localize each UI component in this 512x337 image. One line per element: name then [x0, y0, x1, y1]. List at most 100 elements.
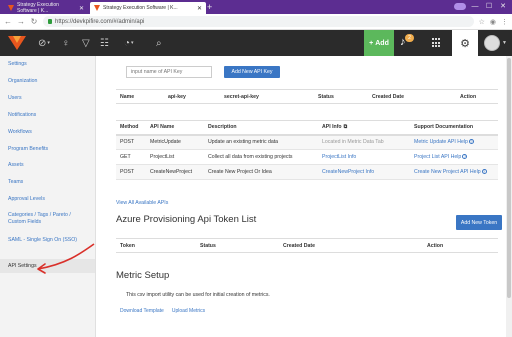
- api-keys-table: Name api-key secret-api-key Status Creat…: [116, 89, 498, 104]
- kpifire-logo[interactable]: [8, 36, 26, 50]
- filter-icon[interactable]: ▽: [82, 35, 90, 51]
- settings-gear-icon[interactable]: ⚙: [452, 30, 478, 56]
- app-navbar: ⊘ ▾ ♀ ▽ ☷ ◔ ▾ ⌕ + Add ♪ 2 ⚙ ▼: [0, 30, 512, 56]
- browser-titlebar: Strategy Execution Software | K... ✕ Str…: [0, 0, 512, 14]
- sidebar-item-organization[interactable]: Organization: [8, 78, 92, 85]
- star-icon[interactable]: ☆: [479, 18, 485, 26]
- kpifire-favicon-icon: [94, 5, 100, 11]
- close-tab-icon[interactable]: ✕: [197, 5, 202, 12]
- plus-icon: +: [369, 39, 374, 47]
- method-cell: POST: [120, 139, 135, 146]
- metric-setup-description: This csv import utility can be used for …: [126, 292, 270, 298]
- api-key-name-input[interactable]: [126, 66, 212, 78]
- goals-dropdown-icon[interactable]: ⊘ ▾: [38, 35, 50, 51]
- api-name-cell: MetricUpdate: [150, 139, 181, 146]
- forward-icon[interactable]: →: [17, 17, 25, 26]
- tab-label: Strategy Execution Software | K...: [103, 5, 178, 11]
- maximize-icon[interactable]: ☐: [484, 2, 494, 10]
- close-window-icon[interactable]: ✕: [498, 2, 508, 10]
- upload-metrics-link[interactable]: Upload Metrics: [172, 308, 205, 314]
- column-header: Created Date: [372, 93, 405, 100]
- column-header: secret-api-key: [224, 93, 259, 100]
- column-header: Description: [208, 124, 237, 131]
- azure-tokens-table: Token Status Created Date Action: [116, 238, 498, 253]
- sidebar-item-program-benefits[interactable]: Program Benefits: [8, 146, 92, 153]
- api-info-link[interactable]: ProjectList Info: [318, 150, 410, 165]
- support-doc-link[interactable]: Metric Update API Help?: [410, 135, 498, 150]
- back-icon[interactable]: ←: [4, 17, 12, 26]
- url-text: https://devkpifire.com/#/admin/api: [55, 18, 145, 25]
- description-cell: Create New Project Or Idea: [208, 169, 272, 175]
- metric-setup-title: Metric Setup: [116, 270, 170, 281]
- menu-dots-icon[interactable]: ⋮: [501, 18, 508, 26]
- column-header: Support Documentation: [414, 124, 474, 131]
- address-bar: ← → ↻ https://devkpifire.com/#/admin/api…: [0, 14, 512, 30]
- main-content: Add New API Key Name api-key secret-api-…: [96, 56, 506, 337]
- sidebar-item-teams[interactable]: Teams: [8, 179, 92, 186]
- column-header: Token: [120, 242, 135, 249]
- column-header: Action: [427, 242, 444, 249]
- support-doc-link[interactable]: Create New Project API Help?: [410, 165, 498, 180]
- api-info-link[interactable]: CreateNewProject Info: [318, 165, 410, 180]
- sidebar-item-assets[interactable]: Assets: [8, 162, 92, 169]
- api-name-cell: ProjectList: [150, 154, 175, 160]
- column-header: Action: [460, 93, 477, 100]
- dashboard-dropdown-icon[interactable]: ◔ ▾: [124, 35, 134, 51]
- ideas-lightbulb-icon[interactable]: ♀: [62, 35, 70, 51]
- method-cell: POST: [120, 169, 135, 175]
- help-icon: ?: [468, 139, 474, 145]
- notification-badge: 2: [405, 34, 414, 42]
- sidebar-item-categories[interactable]: Categories / Tags / Pareto / Custom Fiel…: [8, 212, 86, 225]
- incognito-mask-icon[interactable]: [454, 2, 466, 10]
- column-header: Status: [318, 93, 334, 100]
- new-tab-button[interactable]: +: [207, 2, 212, 12]
- method-cell: GET: [120, 154, 131, 160]
- table-row: POST CreateNewProject Create New Project…: [116, 164, 498, 180]
- column-header: Name: [120, 93, 135, 100]
- projects-icon[interactable]: ☷: [100, 35, 109, 51]
- apps-grid-icon[interactable]: [432, 38, 442, 48]
- support-doc-link[interactable]: Project List API Help?: [410, 150, 498, 165]
- add-button[interactable]: + Add: [364, 30, 394, 56]
- browser-tab-1[interactable]: Strategy Execution Software | K... ✕: [4, 2, 88, 14]
- sidebar-item-users[interactable]: Users: [8, 95, 92, 102]
- add-new-api-key-button[interactable]: Add New API Key: [224, 66, 280, 78]
- browser-extensions: ☆ ◉ ⋮: [479, 18, 508, 26]
- table-row: GET ProjectList Collect all data from ex…: [116, 150, 498, 165]
- tab-label: Strategy Execution Software | K...: [17, 2, 59, 14]
- sidebar-item-approval-levels[interactable]: Approval Levels: [8, 196, 92, 203]
- chevron-down-icon[interactable]: ▼: [502, 40, 507, 46]
- api-name-cell: CreateNewProject: [150, 169, 193, 175]
- window-controls: — ☐ ✕: [454, 2, 508, 10]
- sidebar-item-workflows[interactable]: Workflows: [8, 129, 92, 136]
- close-tab-icon[interactable]: ✕: [79, 5, 84, 12]
- sidebar-item-notifications[interactable]: Notifications: [8, 112, 92, 119]
- api-methods-table: Method API Name Description API Info ⧉ Su…: [116, 120, 498, 180]
- search-icon[interactable]: ⌕: [156, 35, 162, 51]
- help-icon: ?: [481, 169, 487, 175]
- metric-setup-links: Download Template Upload Metrics: [120, 308, 205, 314]
- add-label: Add: [375, 39, 389, 47]
- reload-icon[interactable]: ↻: [30, 17, 38, 26]
- extension-icon[interactable]: ◉: [490, 18, 496, 26]
- support-doc-label: Create New Project API Help: [414, 169, 481, 175]
- lock-icon: [48, 19, 52, 24]
- view-all-apis-link[interactable]: View All Available APIs: [116, 200, 168, 206]
- user-avatar[interactable]: [484, 35, 500, 51]
- download-template-link[interactable]: Download Template: [120, 308, 164, 314]
- url-field[interactable]: https://devkpifire.com/#/admin/api: [43, 16, 474, 27]
- help-icon: ?: [462, 154, 468, 160]
- table-header-row: Method API Name Description API Info ⧉ Su…: [116, 120, 498, 135]
- scrollbar-thumb[interactable]: [507, 58, 511, 298]
- kpifire-favicon-icon: [8, 5, 14, 11]
- add-new-token-button[interactable]: Add New Token: [456, 215, 502, 230]
- sidebar-item-settings[interactable]: Settings: [8, 61, 92, 68]
- support-doc-label: Metric Update API Help: [414, 139, 468, 146]
- minimize-icon[interactable]: —: [470, 3, 480, 10]
- table-header-row: Name api-key secret-api-key Status Creat…: [116, 89, 498, 104]
- api-info-cell: Located in Metric Data Tab: [322, 139, 384, 146]
- external-link-icon: ⧉: [343, 124, 348, 131]
- admin-sidebar: Settings Organization Users Notification…: [0, 56, 96, 337]
- column-header: Created Date: [283, 242, 316, 249]
- browser-tab-2[interactable]: Strategy Execution Software | K... ✕: [90, 2, 206, 14]
